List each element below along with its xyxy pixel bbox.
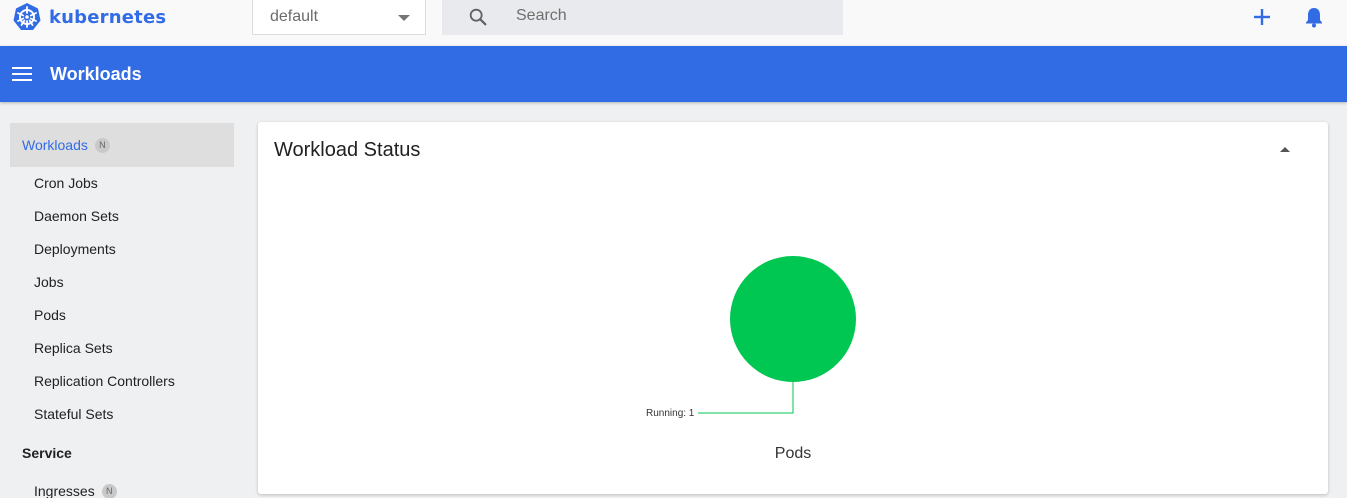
brand-name: kubernetes (49, 6, 167, 28)
namespace-select[interactable]: default (252, 0, 426, 35)
search-icon[interactable] (467, 6, 489, 28)
sidebar-item-ingresses[interactable]: Ingresses N (34, 481, 117, 498)
sidebar-group-service[interactable]: Service (10, 431, 234, 475)
top-bar: kubernetes default (0, 0, 1347, 46)
title-bar: Workloads (0, 46, 1347, 102)
sidebar-item-stateful-sets[interactable]: Stateful Sets (34, 404, 113, 424)
bell-icon[interactable] (1302, 5, 1326, 29)
kubernetes-logo-icon (13, 3, 41, 30)
namespaced-badge: N (101, 483, 117, 498)
chart-title: Pods (774, 445, 812, 462)
sidebar-item-daemon-sets[interactable]: Daemon Sets (34, 206, 119, 226)
hamburger-menu-icon[interactable] (12, 64, 32, 84)
sidebar-item-replication-controllers[interactable]: Replication Controllers (34, 371, 175, 391)
sidebar-group-label: Workloads (22, 137, 88, 153)
namespaced-badge: N (94, 137, 110, 153)
workload-status-card: Workload Status Running: 1 Pods (258, 122, 1328, 494)
search-input[interactable] (516, 0, 816, 33)
sidebar-item-jobs[interactable]: Jobs (34, 272, 64, 292)
sidebar-item-pods[interactable]: Pods (34, 305, 66, 325)
brand[interactable]: kubernetes (12, 0, 166, 34)
pie-data-label: Running: 1 (646, 408, 695, 419)
caret-up-icon[interactable] (1278, 144, 1292, 154)
sidebar-item-label: Ingresses (34, 483, 95, 498)
sidebar-item-deployments[interactable]: Deployments (34, 239, 116, 259)
plus-icon[interactable] (1250, 5, 1274, 29)
page-title: Workloads (50, 64, 142, 84)
search-bar (442, 0, 843, 35)
namespace-selected-value: default (270, 8, 319, 25)
sidebar-item-replica-sets[interactable]: Replica Sets (34, 338, 113, 358)
card-title: Workload Status (274, 139, 421, 161)
sidebar-group-workloads[interactable]: Workloads N (10, 123, 234, 167)
sidebar-group-label: Service (22, 445, 72, 461)
chevron-down-icon (398, 15, 410, 21)
sidebar: Workloads N Cron Jobs Daemon Sets Deploy… (10, 123, 234, 498)
sidebar-item-cron-jobs[interactable]: Cron Jobs (34, 173, 98, 193)
pie-slice-running[interactable] (730, 256, 856, 382)
